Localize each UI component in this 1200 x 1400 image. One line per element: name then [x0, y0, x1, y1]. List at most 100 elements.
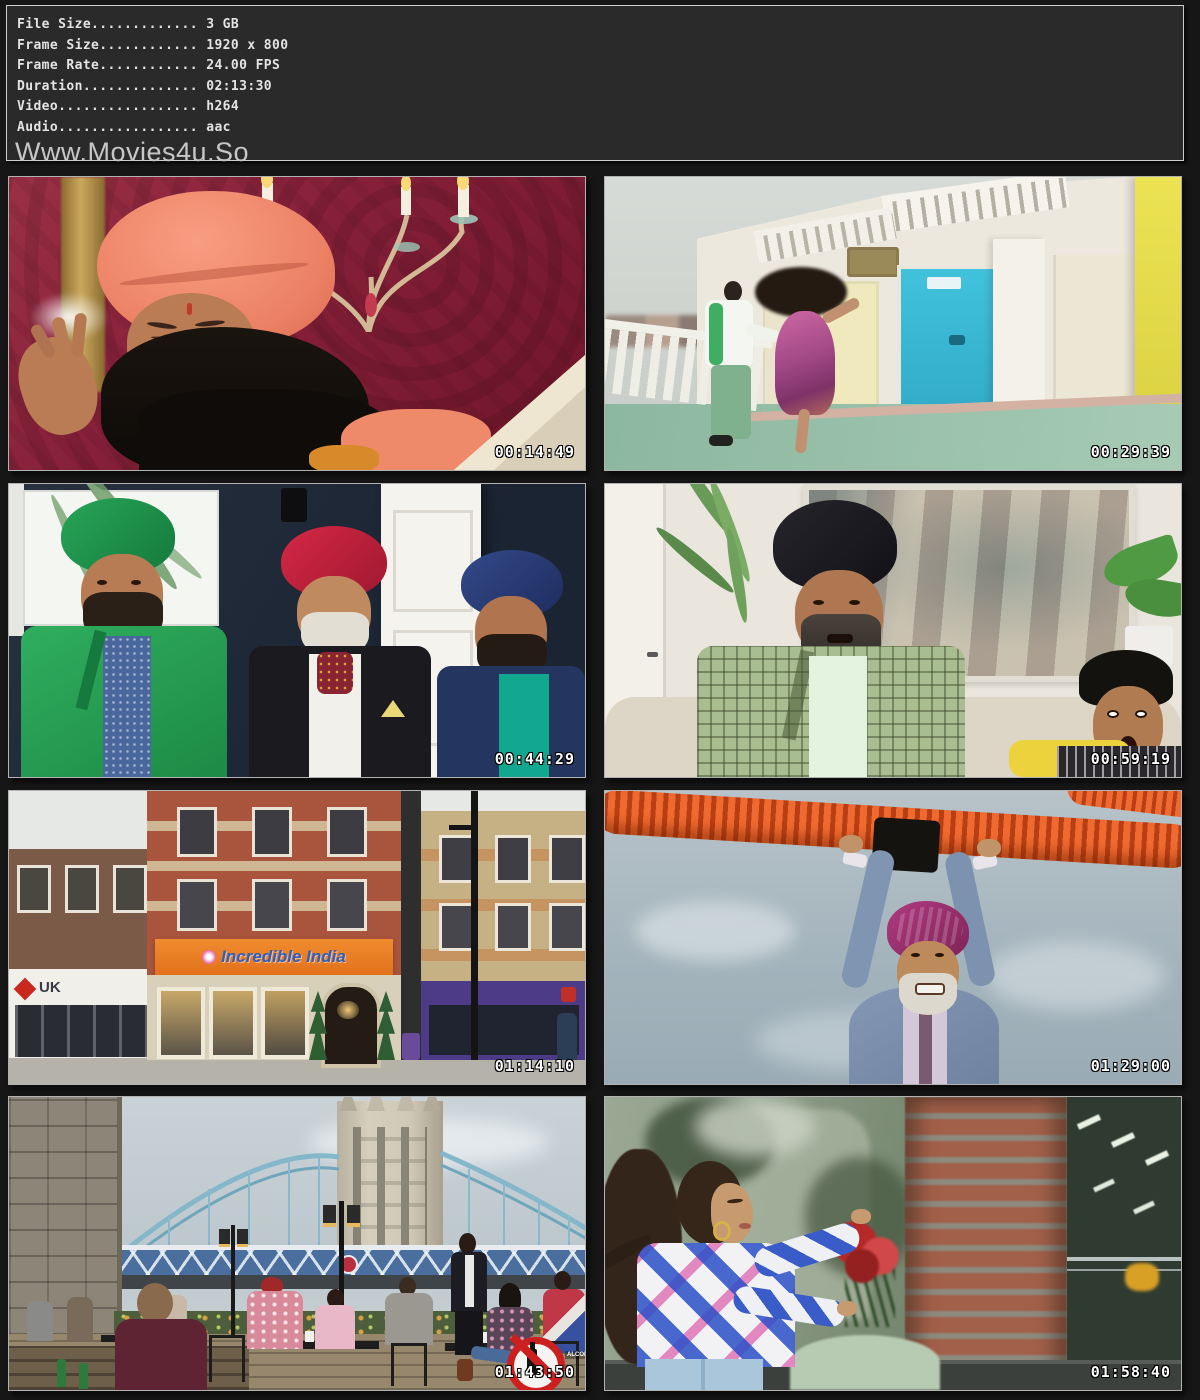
turban-man-floral-shirt	[247, 1291, 303, 1349]
pipe-upper-right	[1065, 791, 1181, 819]
bottle-green-2	[79, 1363, 88, 1389]
right-window-2	[495, 835, 531, 883]
left-window-2	[65, 865, 99, 913]
purple-bin	[402, 1033, 420, 1060]
left-hand	[839, 835, 863, 853]
screenshot-thumb-6: 01:29:00	[604, 790, 1182, 1085]
flower-icon	[202, 950, 216, 964]
bottle-green-1	[57, 1359, 66, 1387]
meta-frame-rate: Frame Rate............ 24.00 FPS	[7, 56, 1183, 77]
scene-three-men	[9, 484, 585, 777]
mint-shirt	[809, 656, 867, 777]
scene-sofa-reaction	[605, 484, 1181, 777]
file-info-panel: File Size............. 3 GB Frame Size..…	[6, 5, 1184, 161]
scene-flower-throw	[605, 1097, 1181, 1390]
cyan-door-plate	[927, 277, 961, 289]
alley-gap	[401, 791, 421, 1060]
eye-left	[911, 953, 920, 957]
right-window-1	[439, 835, 475, 883]
door-handle	[647, 652, 658, 657]
hoop-earring	[713, 1221, 731, 1241]
left-window-1	[17, 865, 51, 913]
sage-planter	[790, 1335, 940, 1390]
man2-eye-left	[1107, 710, 1119, 718]
timestamp: 01:14:10	[495, 1057, 575, 1075]
tie-dark	[919, 1005, 932, 1084]
foreground-man-torso	[115, 1319, 207, 1390]
cyan-door-latch	[949, 335, 965, 345]
tilak-mark	[187, 303, 192, 315]
restaurant-sign: Incredible India	[155, 939, 393, 975]
hoodie-man-torso	[385, 1293, 433, 1345]
lamp-lantern-right	[347, 1205, 360, 1227]
colourful-man-head	[554, 1271, 571, 1290]
cup-1	[305, 1331, 314, 1342]
door-panel-top	[393, 510, 473, 612]
man-head	[724, 281, 742, 302]
screenshot-thumb-7: ALCOHOL CONSUMPTION IS INJURIOUS 01:43:5…	[8, 1096, 586, 1391]
timestamp: 00:29:39	[1091, 443, 1171, 461]
meta-file-size: File Size............. 3 GB	[7, 6, 1183, 36]
meta-audio-codec: Audio................. aac	[7, 118, 1183, 139]
meta-frame-size: Frame Size............ 1920 x 800	[7, 36, 1183, 57]
seated-woman-boot	[457, 1359, 473, 1381]
meta-duration: Duration.............. 02:13:30	[7, 77, 1183, 98]
scene-street: UK Incredible India	[9, 791, 585, 1084]
pedestrian-silhouette	[557, 1013, 577, 1060]
shop-sign-uk: UK	[39, 979, 61, 996]
bg-patron-1	[27, 1301, 53, 1341]
scene-turban-closeup	[9, 177, 585, 470]
cloud-2	[985, 941, 1165, 1011]
left-window-3	[113, 865, 147, 913]
site-watermark: Www.Movies4u.So	[7, 138, 1183, 167]
lips	[739, 1223, 751, 1229]
centre-window-6	[327, 879, 367, 931]
right-window-4	[439, 903, 475, 951]
stone-wall	[9, 1097, 122, 1335]
chair-2	[391, 1343, 427, 1386]
saffron-cloth	[309, 445, 379, 470]
hand-lower	[837, 1301, 857, 1316]
waiter-head	[459, 1233, 476, 1254]
lamp-post	[471, 791, 478, 1060]
lamp-lantern-left	[323, 1205, 336, 1227]
man-shoe	[709, 435, 733, 446]
big-window-2	[209, 987, 257, 1059]
lamp-lantern-2	[219, 1229, 230, 1247]
right-hand	[977, 839, 1001, 857]
timestamp: 01:29:00	[1091, 1057, 1171, 1075]
centre-window-2	[252, 807, 292, 857]
wall-speaker	[281, 488, 307, 522]
right-window-6	[549, 903, 585, 951]
lamp-post-2	[231, 1225, 235, 1337]
man-eye-right	[849, 600, 860, 605]
hand-upper	[851, 1209, 871, 1224]
man1-eye-left	[97, 580, 107, 585]
media-info-sheet: File Size............. 3 GB Frame Size..…	[0, 0, 1200, 1400]
screenshot-thumb-4: 00:59:19	[604, 483, 1182, 778]
centre-window-4	[177, 879, 217, 931]
eye-right	[935, 953, 944, 957]
arched-door	[321, 983, 381, 1068]
blurred-brick-pillar	[905, 1097, 1067, 1390]
jeans-seam	[701, 1359, 705, 1390]
screenshot-thumb-2: 00:29:39	[604, 176, 1182, 471]
right-window-3	[549, 835, 585, 883]
woman-dress	[775, 311, 835, 415]
man2-cravat	[317, 652, 353, 694]
timestamp: 00:44:29	[495, 750, 575, 768]
jacket-green-stripe	[709, 303, 723, 365]
waiter-shirt	[465, 1255, 474, 1307]
left-arm-sleeve	[840, 848, 897, 990]
lamp-lantern-2b	[237, 1229, 248, 1247]
door-chandelier-glow	[337, 1001, 359, 1019]
scene-tower-bridge-cafe: ALCOHOL CONSUMPTION IS INJURIOUS	[9, 1097, 585, 1390]
reflected-sky-patch	[695, 1097, 815, 1157]
left-frame-edge	[9, 484, 24, 636]
left-shop-window	[15, 1005, 153, 1057]
screenshot-thumb-5: UK Incredible India	[8, 790, 586, 1085]
gritted-teeth	[915, 983, 945, 995]
foreground-man-head	[137, 1283, 173, 1323]
recycle-logo-red	[561, 987, 576, 1002]
yellow-figure	[1125, 1263, 1159, 1291]
